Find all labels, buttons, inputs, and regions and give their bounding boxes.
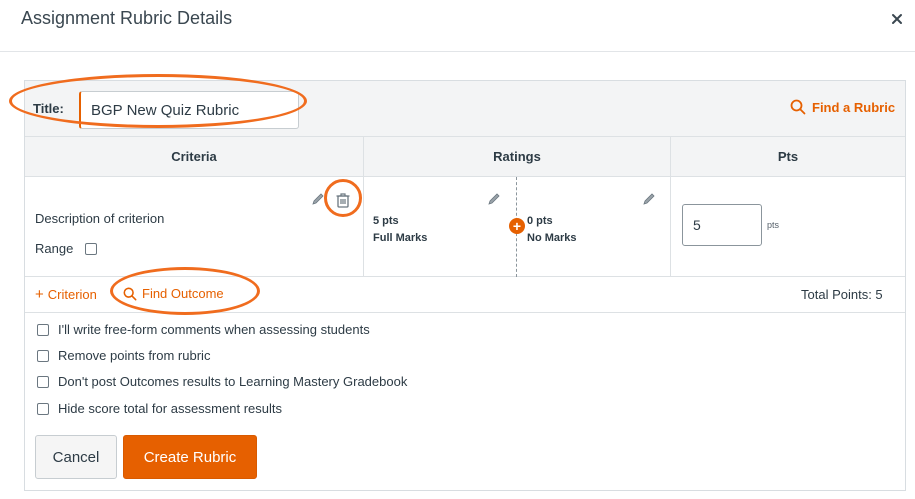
find-rubric-label: Find a Rubric — [812, 99, 896, 115]
range-checkbox[interactable] — [85, 243, 97, 255]
rubric-panel: Title: Find a Rubric Criteria Ratings Pt… — [24, 80, 906, 491]
criteria-header: Criteria — [171, 149, 217, 164]
find-outcome-label: Find Outcome — [142, 286, 224, 301]
points-input[interactable] — [682, 204, 762, 246]
trash-icon — [336, 193, 350, 208]
option-hide-outcomes[interactable]: Don't post Outcomes results to Learning … — [37, 374, 407, 389]
delete-criterion-button[interactable] — [334, 191, 352, 214]
option-label: Don't post Outcomes results to Learning … — [58, 374, 408, 389]
find-rubric-link[interactable]: Find a Rubric — [790, 97, 895, 117]
find-outcome-button[interactable]: Find Outcome — [123, 286, 224, 301]
range-label: Range — [35, 241, 74, 256]
points-suffix: pts — [767, 220, 780, 230]
rating-points: 0 pts — [527, 215, 553, 227]
option-free-form-comments[interactable]: I'll write free-form comments when asses… — [37, 322, 370, 337]
pts-header: Pts — [777, 149, 799, 164]
pencil-icon — [488, 193, 500, 205]
search-icon — [123, 287, 137, 300]
remove-points-checkbox[interactable] — [37, 349, 49, 362]
cancel-button[interactable]: Cancel — [35, 435, 117, 479]
add-criterion-label: Criterion — [47, 287, 97, 302]
table-header: Criteria Ratings Pts — [25, 137, 905, 177]
option-label: Remove points from rubric — [58, 348, 211, 363]
option-label: I'll write free-form comments when asses… — [58, 322, 370, 337]
hide-outcomes-checkbox[interactable] — [37, 375, 49, 388]
total-points: Total Points: 5 — [801, 287, 883, 302]
title-label: Title: — [33, 101, 64, 116]
edit-rating-button[interactable] — [642, 192, 656, 211]
pencil-icon — [643, 193, 655, 205]
rating-label: No Marks — [527, 232, 577, 244]
option-hide-score-total[interactable]: Hide score total for assessment results — [37, 401, 282, 416]
add-criterion-button[interactable]: + Criterion — [35, 286, 97, 303]
rubric-actions-row: + Criterion Find Outcome Total Points: 5 — [25, 277, 905, 313]
rating-full-marks[interactable]: 5 pts Full Marks — [373, 213, 427, 247]
criterion-row: Description of criterion Range 5 pts Ful… — [25, 177, 905, 277]
create-rubric-button[interactable]: Create Rubric — [123, 435, 257, 479]
plus-icon: + — [512, 218, 522, 234]
plus-icon: + — [35, 286, 44, 303]
ratings-header: Ratings — [493, 149, 541, 164]
criterion-description: Description of criterion — [35, 211, 165, 226]
hide-score-total-checkbox[interactable] — [37, 402, 49, 415]
edit-rating-button[interactable] — [487, 192, 501, 211]
edit-criterion-button[interactable] — [311, 192, 325, 211]
title-input[interactable] — [79, 91, 299, 129]
search-icon — [790, 99, 806, 115]
add-rating-button[interactable]: + — [509, 218, 525, 234]
option-remove-points[interactable]: Remove points from rubric — [37, 348, 210, 363]
modal-title: Assignment Rubric Details — [21, 8, 233, 28]
rating-label: Full Marks — [373, 232, 428, 244]
rating-points: 5 pts — [373, 215, 399, 227]
modal-header: Assignment Rubric Details — [0, 0, 915, 52]
free-form-comments-checkbox[interactable] — [37, 323, 49, 336]
close-button[interactable] — [888, 10, 908, 30]
option-label: Hide score total for assessment results — [58, 401, 282, 416]
pencil-icon — [312, 193, 324, 205]
close-icon — [892, 14, 902, 24]
rating-no-marks[interactable]: 0 pts No Marks — [527, 213, 577, 247]
title-row: Title: Find a Rubric — [25, 81, 905, 137]
